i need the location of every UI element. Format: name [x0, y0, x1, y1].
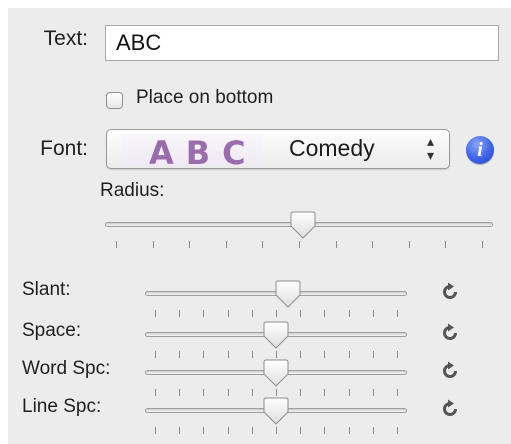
slider-tick: [203, 389, 205, 396]
slider-tick: [397, 389, 398, 396]
radius-slider-ticks: [116, 241, 483, 251]
slider-tick: [276, 427, 277, 434]
font-preview: ABC: [121, 134, 263, 172]
slider-tick: [335, 241, 337, 248]
slider-tick: [203, 427, 205, 434]
slider-tick: [397, 351, 398, 358]
slider-ticks: [155, 310, 398, 320]
radius-label: Radius:: [100, 180, 165, 201]
font-label: Font:: [40, 137, 88, 160]
slider-tick: [276, 310, 277, 317]
slider-label: Space:: [22, 320, 82, 341]
popup-arrows-icon: ▴ ▾: [427, 133, 435, 163]
slider-tick: [251, 389, 253, 396]
slider-tick: [155, 310, 156, 317]
slider-tick: [251, 427, 253, 434]
slider-tick: [251, 310, 253, 317]
text-input[interactable]: [105, 25, 499, 61]
slider-tick: [251, 351, 253, 358]
slider-tick: [179, 427, 181, 434]
slider-tick: [397, 310, 398, 317]
slider-tick: [300, 427, 302, 434]
slider-tick: [203, 310, 205, 317]
slider-tick: [324, 427, 326, 434]
slider-tick: [300, 389, 302, 396]
slider-tick: [372, 310, 374, 317]
slider-ticks: [155, 427, 398, 437]
slider-tick: [152, 241, 154, 248]
slider-tick: [189, 241, 191, 248]
font-preview-text: ABC: [149, 134, 258, 172]
slider-tick: [276, 351, 277, 358]
slider-tick: [276, 389, 277, 396]
slider-tick: [155, 427, 156, 434]
slider-tick: [348, 351, 350, 358]
reset-icon[interactable]: [439, 281, 461, 303]
slider-tick: [227, 310, 229, 317]
slider-label: Word Spc:: [22, 358, 111, 379]
text-label: Text:: [43, 27, 88, 50]
slider-knob[interactable]: [263, 396, 289, 426]
slider-tick: [348, 310, 350, 317]
slider-tick: [300, 310, 302, 317]
slider-tick: [179, 351, 181, 358]
slider-tick: [300, 351, 302, 358]
slider-tick: [179, 389, 181, 396]
slider-tick: [299, 241, 300, 248]
slider-tick: [397, 427, 398, 434]
slider-tick: [262, 241, 264, 248]
slider-tick: [445, 241, 447, 248]
slider-label: Line Spc:: [22, 396, 102, 417]
slider-tick: [372, 241, 374, 248]
slider-tick: [203, 351, 205, 358]
slider-tick: [179, 310, 181, 317]
slider-tick: [372, 427, 374, 434]
slider-tick: [348, 389, 350, 396]
slider-tick: [372, 389, 374, 396]
font-popup-button[interactable]: ABC Comedy ▴ ▾: [106, 129, 450, 172]
radius-slider-knob[interactable]: [290, 210, 316, 240]
place-on-bottom-checkbox[interactable]: [106, 92, 123, 109]
settings-panel: Text: Place on bottom Font: ABC Comedy ▴…: [8, 8, 511, 444]
slider-tick: [324, 351, 326, 358]
slider-knob[interactable]: [263, 320, 289, 350]
slider-tick: [482, 241, 483, 248]
slider-tick: [324, 389, 326, 396]
slider-tick: [227, 351, 229, 358]
reset-icon[interactable]: [439, 360, 461, 382]
reset-icon[interactable]: [439, 398, 461, 420]
info-icon[interactable]: i: [466, 136, 494, 164]
slider-tick: [372, 351, 374, 358]
place-on-bottom-label[interactable]: Place on bottom: [136, 87, 273, 109]
slider-knob[interactable]: [275, 279, 301, 309]
slider-tick: [348, 427, 350, 434]
reset-icon[interactable]: [439, 322, 461, 344]
slider-tick: [116, 241, 117, 248]
slider-label: Slant:: [22, 279, 71, 300]
slider-tick: [227, 389, 229, 396]
slider-knob[interactable]: [263, 358, 289, 388]
slider-tick: [408, 241, 410, 248]
slider-tick: [324, 310, 326, 317]
slider-tick: [227, 427, 229, 434]
font-name: Comedy: [289, 135, 375, 161]
slider-tick: [155, 351, 156, 358]
slider-tick: [225, 241, 227, 248]
slider-tick: [155, 389, 156, 396]
